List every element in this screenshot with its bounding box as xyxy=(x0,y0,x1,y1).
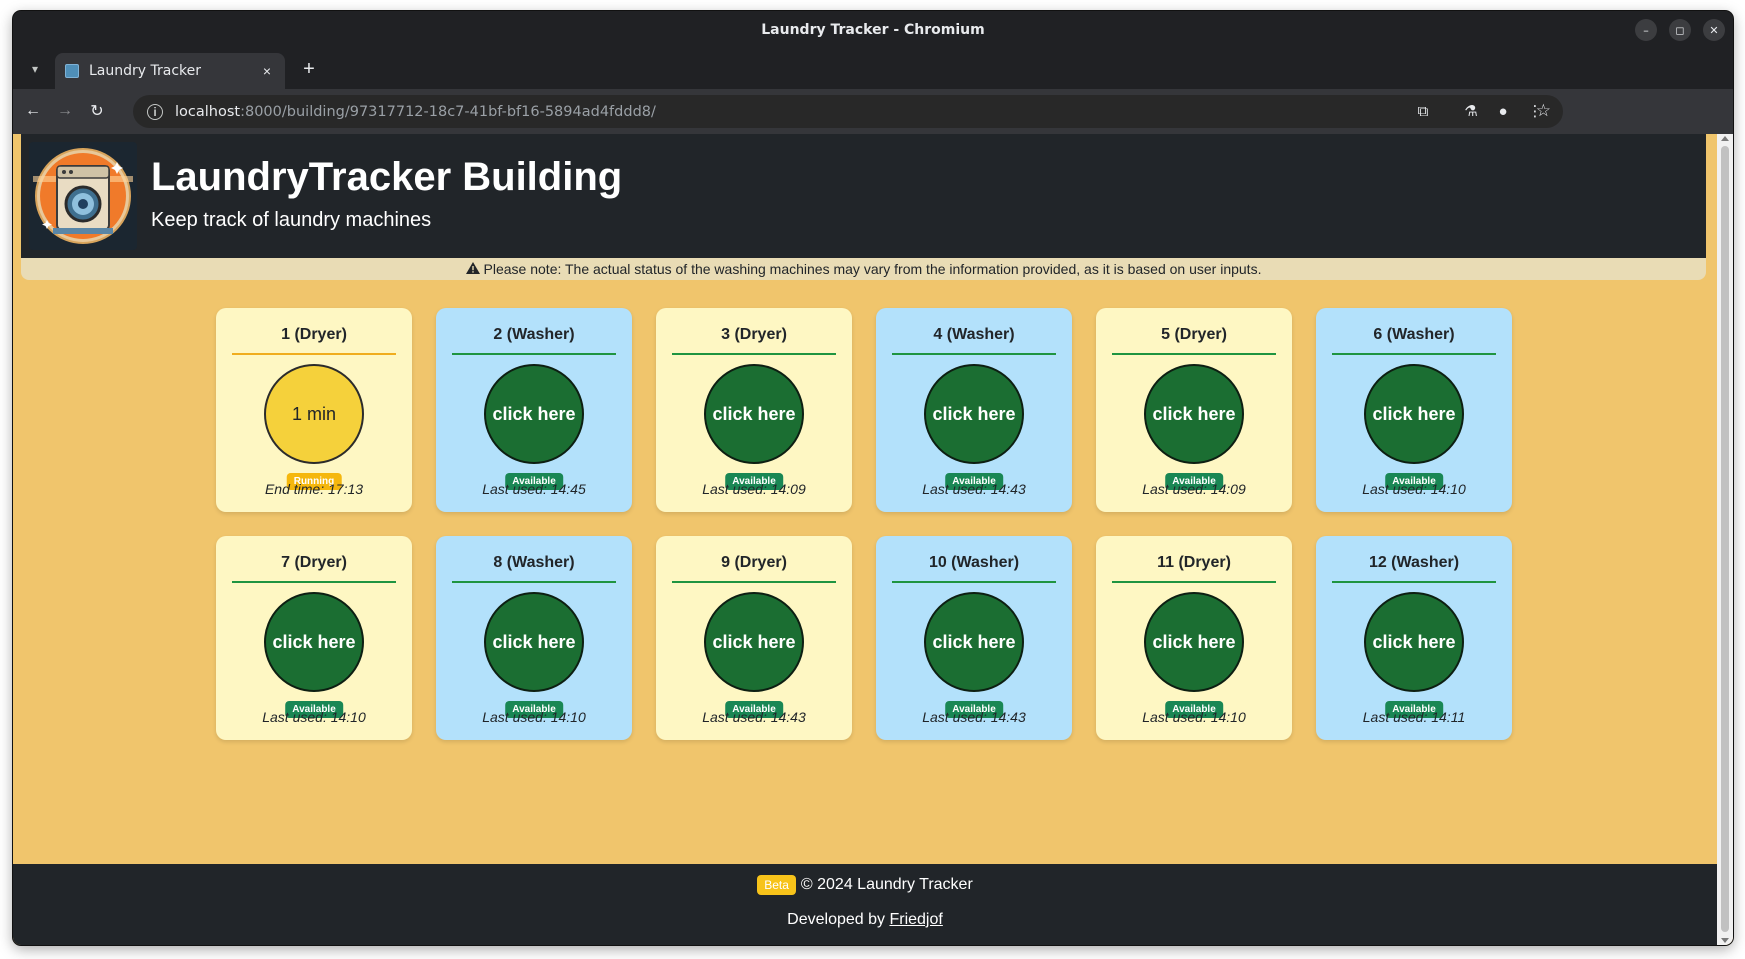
notice-text: Please note: The actual status of the wa… xyxy=(483,261,1262,277)
site-header: LaundryTracker Building Keep track of la… xyxy=(21,134,1706,258)
maximize-button[interactable]: ◻ xyxy=(1669,19,1691,41)
tab-title: Laundry Tracker xyxy=(89,63,202,79)
machine-title: 6 (Washer) xyxy=(1332,326,1496,355)
machine-time-text: Last used: 14:09 xyxy=(702,481,806,497)
machine-card-4: 4 (Washer) click here Available Last used: … xyxy=(876,308,1072,512)
machine-title: 10 (Washer) xyxy=(892,554,1056,583)
machine-action-button[interactable]: 1 min xyxy=(264,364,364,464)
machine-time-text: Last used: 14:10 xyxy=(1142,709,1246,725)
machine-card-9: 9 (Dryer) click here Available Last used: 1… xyxy=(656,536,852,740)
machine-title: 1 (Dryer) xyxy=(232,326,396,355)
forward-arrow-icon[interactable]: → xyxy=(51,97,79,125)
tab-search-chevron-icon[interactable]: ▾ xyxy=(25,59,45,79)
developer-link[interactable]: Friedjof xyxy=(889,911,942,928)
window-controls: – ◻ ✕ xyxy=(1635,19,1725,41)
tab-laundry-tracker[interactable]: Laundry Tracker × xyxy=(55,53,285,89)
warning-triangle-icon xyxy=(465,261,480,277)
machine-action-button[interactable]: click here xyxy=(1144,592,1244,692)
address-bar[interactable]: i localhost:8000/building/97317712-18c7-… xyxy=(133,95,1563,128)
machine-time-text: Last used: 14:09 xyxy=(1142,481,1246,497)
developed-by-text: Developed by xyxy=(787,911,886,928)
machine-action-button[interactable]: click here xyxy=(1364,364,1464,464)
scrollbar-thumb[interactable] xyxy=(1721,146,1729,932)
machine-action-button[interactable]: click here xyxy=(484,592,584,692)
url-host: localhost xyxy=(175,103,241,120)
site-info-icon[interactable]: i xyxy=(147,103,163,120)
machine-title: 2 (Washer) xyxy=(452,326,616,355)
back-arrow-icon[interactable]: ← xyxy=(19,97,47,125)
machine-time-text: End time: 17:13 xyxy=(264,481,364,497)
close-window-button[interactable]: ✕ xyxy=(1703,19,1725,41)
machine-action-button[interactable]: click here xyxy=(704,364,804,464)
reload-icon[interactable]: ↻ xyxy=(83,97,111,125)
machine-card-2: 2 (Washer) click here Available Last used: … xyxy=(436,308,632,512)
machine-card-7: 7 (Dryer) click here Available Last used: 1… xyxy=(216,536,412,740)
machine-action-button[interactable]: click here xyxy=(484,364,584,464)
scroll-up-arrow-icon[interactable] xyxy=(1721,136,1729,141)
kebab-menu-icon[interactable]: ⋮ xyxy=(1521,97,1549,125)
machine-title: 11 (Dryer) xyxy=(1112,554,1276,583)
tab-strip: ▾ Laundry Tracker × + xyxy=(13,49,1733,89)
machine-title: 5 (Dryer) xyxy=(1112,326,1276,355)
title-bar: Laundry Tracker - Chromium – ◻ ✕ xyxy=(13,11,1733,49)
machine-title: 9 (Dryer) xyxy=(672,554,836,583)
washing-machine-logo xyxy=(29,142,137,250)
machine-card-1: 1 (Dryer) 1 min Running End time: 17:13 xyxy=(216,308,412,512)
machine-action-button[interactable]: click here xyxy=(1364,592,1464,692)
machine-grid: 1 (Dryer) 1 min Running End time: 17:13 2 (W… xyxy=(216,308,1512,740)
machine-card-12: 12 (Washer) click here Available Last used:… xyxy=(1316,536,1512,740)
labs-flask-icon[interactable]: ⚗ xyxy=(1457,97,1485,125)
url-path: :8000/building/97317712-18c7-41bf-bf16-5… xyxy=(240,103,656,120)
machine-title: 12 (Washer) xyxy=(1332,554,1496,583)
machine-action-button[interactable]: click here xyxy=(1144,364,1244,464)
machine-time-text: Last used: 14:11 xyxy=(1362,709,1466,725)
machine-action-button[interactable]: click here xyxy=(264,592,364,692)
scroll-down-arrow-icon[interactable] xyxy=(1721,938,1729,943)
beta-badge: Beta xyxy=(757,875,796,895)
machine-card-6: 6 (Washer) click here Available Last used: … xyxy=(1316,308,1512,512)
machine-action-button[interactable]: click here xyxy=(924,364,1024,464)
page-subtitle: Keep track of laundry machines xyxy=(151,208,432,231)
browser-window: Laundry Tracker - Chromium – ◻ ✕ ▾ Laund… xyxy=(13,11,1733,945)
machine-time-text: Last used: 14:43 xyxy=(922,481,1026,497)
machine-action-button[interactable]: click here xyxy=(704,592,804,692)
site-footer: Beta © 2024 Laundry Tracker Developed by… xyxy=(13,864,1717,945)
machine-time-text: Last used: 14:43 xyxy=(922,709,1026,725)
machine-card-5: 5 (Dryer) click here Available Last used: 1… xyxy=(1096,308,1292,512)
machine-title: 8 (Washer) xyxy=(452,554,616,583)
user-input-notice: Please note: The actual status of the wa… xyxy=(21,258,1706,280)
page-viewport: LaundryTracker Building Keep track of la… xyxy=(13,134,1733,945)
machine-time-text: Last used: 14:10 xyxy=(482,709,586,725)
window-title: Laundry Tracker - Chromium xyxy=(761,22,985,38)
minimize-button[interactable]: – xyxy=(1635,19,1657,41)
machine-time-text: Last used: 14:10 xyxy=(1362,481,1466,497)
profile-person-icon[interactable]: ● xyxy=(1489,97,1517,125)
browser-toolbar: ← → ↻ i localhost:8000/building/97317712… xyxy=(13,89,1733,134)
machine-time-text: Last used: 14:45 xyxy=(482,481,586,497)
machine-card-10: 10 (Washer) click here Available Last used:… xyxy=(876,536,1072,740)
footer-copyright-line: Beta © 2024 Laundry Tracker xyxy=(13,875,1717,895)
footer-developer-line: Developed by Friedjof xyxy=(13,911,1717,929)
tab-close-icon[interactable]: × xyxy=(259,63,275,79)
new-tab-plus-icon[interactable]: + xyxy=(298,58,320,80)
extensions-puzzle-icon[interactable]: ⧉ xyxy=(1409,97,1437,125)
machine-card-11: 11 (Dryer) click here Available Last used: … xyxy=(1096,536,1292,740)
machine-title: 7 (Dryer) xyxy=(232,554,396,583)
machine-card-3: 3 (Dryer) click here Available Last used: 1… xyxy=(656,308,852,512)
machine-card-8: 8 (Washer) click here Available Last used: … xyxy=(436,536,632,740)
machine-action-button[interactable]: click here xyxy=(924,592,1024,692)
machine-time-text: Last used: 14:43 xyxy=(702,709,806,725)
page-scrollbar[interactable] xyxy=(1717,134,1733,945)
machine-title: 3 (Dryer) xyxy=(672,326,836,355)
copyright-text: © 2024 Laundry Tracker xyxy=(800,876,973,893)
machine-time-text: Last used: 14:10 xyxy=(262,709,366,725)
header-text: LaundryTracker Building Keep track of la… xyxy=(151,153,622,232)
machine-title: 4 (Washer) xyxy=(892,326,1056,355)
page-title: LaundryTracker Building xyxy=(151,154,623,199)
washing-machine-favicon-icon xyxy=(65,64,79,78)
